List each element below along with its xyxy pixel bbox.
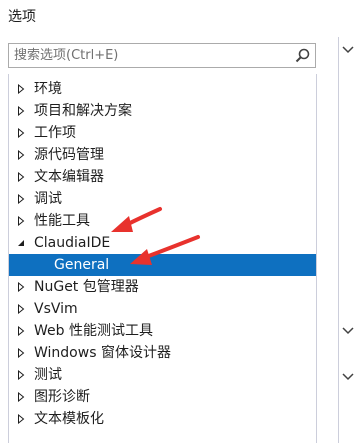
- triangle-right-icon[interactable]: [16, 216, 26, 226]
- tree-item-graphics-diagnostics[interactable]: 图形诊断: [9, 386, 316, 408]
- triangle-right-icon[interactable]: [16, 172, 26, 182]
- tree-item-label: NuGet 包管理器: [34, 279, 139, 295]
- tree-item-claudiaide[interactable]: ClaudiaIDE: [9, 232, 316, 254]
- triangle-right-icon[interactable]: [16, 392, 26, 402]
- tree-item-label: 源代码管理: [34, 147, 104, 163]
- triangle-right-icon[interactable]: [16, 128, 26, 138]
- triangle-right-icon[interactable]: [16, 84, 26, 94]
- triangle-right-icon[interactable]: [16, 304, 26, 314]
- tree-item-label: 图形诊断: [34, 389, 90, 405]
- dialog-title: 选项: [8, 9, 36, 25]
- triangle-right-icon[interactable]: [16, 326, 26, 336]
- chevron-down-icon[interactable]: [342, 327, 354, 335]
- tree-item-text-editor[interactable]: 文本编辑器: [9, 166, 316, 188]
- tree-item-label: 工作项: [34, 125, 76, 141]
- options-tree: 环境 项目和解决方案 工作项 源代码管理 文本编辑器 调试 性能工具 Claud…: [8, 74, 317, 443]
- tree-item-label: VsVim: [34, 301, 78, 317]
- tree-item-debugging[interactable]: 调试: [9, 188, 316, 210]
- search-icon[interactable]: [294, 47, 311, 64]
- tree-item-source-control[interactable]: 源代码管理: [9, 144, 316, 166]
- tree-item-label: 项目和解决方案: [34, 103, 132, 119]
- settings-pane-edge: [322, 0, 354, 443]
- tree-item-nuget[interactable]: NuGet 包管理器: [9, 276, 316, 298]
- search-box[interactable]: [8, 43, 316, 68]
- tree-item-label: ClaudiaIDE: [34, 235, 111, 251]
- chevron-down-icon[interactable]: [342, 46, 354, 54]
- tree-item-label: General: [54, 257, 110, 273]
- tree-item-projects-solutions[interactable]: 项目和解决方案: [9, 100, 316, 122]
- pane-divider: [338, 37, 354, 443]
- search-input[interactable]: [9, 44, 294, 67]
- triangle-right-icon[interactable]: [16, 106, 26, 116]
- tree-item-web-performance[interactable]: Web 性能测试工具: [9, 320, 316, 342]
- tree-item-label: 文本模板化: [34, 411, 104, 427]
- triangle-right-icon[interactable]: [16, 370, 26, 380]
- tree-item-label: Web 性能测试工具: [34, 323, 153, 339]
- triangle-right-icon[interactable]: [16, 414, 26, 424]
- tree-item-performance-tools[interactable]: 性能工具: [9, 210, 316, 232]
- chevron-down-icon[interactable]: [342, 373, 354, 381]
- tree-item-label: 性能工具: [34, 213, 90, 229]
- tree-item-text-templating[interactable]: 文本模板化: [9, 408, 316, 430]
- tree-item-test[interactable]: 测试: [9, 364, 316, 386]
- tree-item-label: 环境: [34, 81, 62, 97]
- tree-item-label: Windows 窗体设计器: [34, 345, 171, 361]
- tree-item-environment[interactable]: 环境: [9, 78, 316, 100]
- tree-item-work-items[interactable]: 工作项: [9, 122, 316, 144]
- triangle-right-icon[interactable]: [16, 194, 26, 204]
- tree-item-vsvim[interactable]: VsVim: [9, 298, 316, 320]
- tree-item-windows-forms[interactable]: Windows 窗体设计器: [9, 342, 316, 364]
- tree-item-label: 测试: [34, 367, 62, 383]
- tree-item-label: 文本编辑器: [34, 169, 104, 185]
- tree-item-general[interactable]: General: [9, 254, 316, 276]
- triangle-down-icon[interactable]: [16, 238, 26, 248]
- triangle-right-icon[interactable]: [16, 282, 26, 292]
- tree-item-label: 调试: [34, 191, 62, 207]
- triangle-right-icon[interactable]: [16, 348, 26, 358]
- triangle-right-icon[interactable]: [16, 150, 26, 160]
